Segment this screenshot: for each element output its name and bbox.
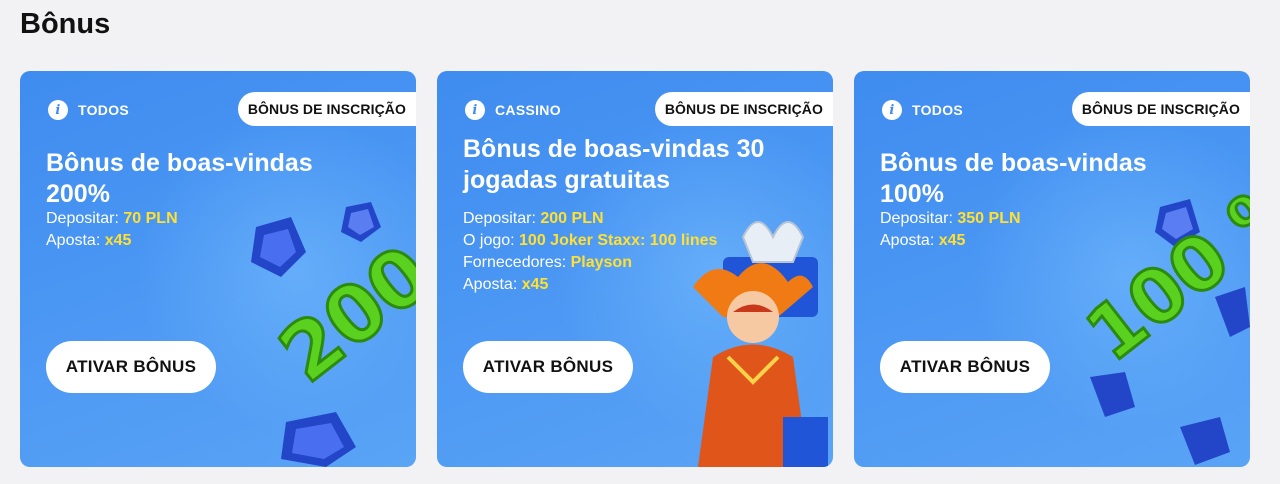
category-label: i TODOS xyxy=(48,100,129,120)
activate-bonus-button[interactable]: ATIVAR BÔNUS xyxy=(880,341,1050,393)
bonus-title: Bônus de boas-vindas 200% xyxy=(46,149,313,208)
activate-bonus-button[interactable]: ATIVAR BÔNUS xyxy=(463,341,633,393)
bonus-details: Depositar: 70 PLN Aposta: x45 xyxy=(46,208,178,252)
signup-bonus-badge: BÔNUS DE INSCRIÇÃO xyxy=(1071,92,1250,126)
bonus-title: Bônus de boas-vindas 100% xyxy=(880,149,1147,208)
signup-bonus-badge: BÔNUS DE INSCRIÇÃO xyxy=(654,92,833,126)
wager-row: Aposta: x45 xyxy=(463,276,549,293)
bonus-card-free-spins[interactable]: i CASSINO BÔNUS DE INSCRIÇÃO Bônus de bo… xyxy=(437,71,833,467)
info-icon[interactable]: i xyxy=(48,100,68,120)
provider-row: Fornecedores: Playson xyxy=(463,254,632,271)
wager-row: Aposta: x45 xyxy=(46,232,132,249)
bonus-details: Depositar: 350 PLN Aposta: x45 xyxy=(880,208,1021,252)
deposit-row: Depositar: 200 PLN xyxy=(463,210,604,227)
info-icon[interactable]: i xyxy=(465,100,485,120)
deposit-row: Depositar: 350 PLN xyxy=(880,210,1021,227)
category-text: TODOS xyxy=(912,102,964,118)
bonus-title: Bônus de boas-vindas 30 jogadas gratuita… xyxy=(463,135,765,194)
category-label: i CASSINO xyxy=(465,100,561,120)
bonus-details: Depositar: 200 PLN O jogo: 100 Joker Sta… xyxy=(463,208,717,296)
wager-row: Aposta: x45 xyxy=(880,232,966,249)
info-icon[interactable]: i xyxy=(882,100,902,120)
bonus-card-100[interactable]: 100 % i TODOS BÔNUS DE INSCRIÇÃO Bônus d… xyxy=(854,71,1250,467)
activate-bonus-button[interactable]: ATIVAR BÔNUS xyxy=(46,341,216,393)
category-label: i TODOS xyxy=(882,100,963,120)
page-title: Bônus xyxy=(20,8,111,40)
deposit-row: Depositar: 70 PLN xyxy=(46,210,178,227)
category-text: TODOS xyxy=(78,102,130,118)
category-text: CASSINO xyxy=(495,102,561,118)
signup-bonus-badge: BÔNUS DE INSCRIÇÃO xyxy=(237,92,416,126)
game-row: O jogo: 100 Joker Staxx: 100 lines xyxy=(463,232,718,249)
bonus-card-200[interactable]: 200 % i TODOS BÔNUS DE INSCRIÇÃO Bônus d… xyxy=(20,71,416,467)
